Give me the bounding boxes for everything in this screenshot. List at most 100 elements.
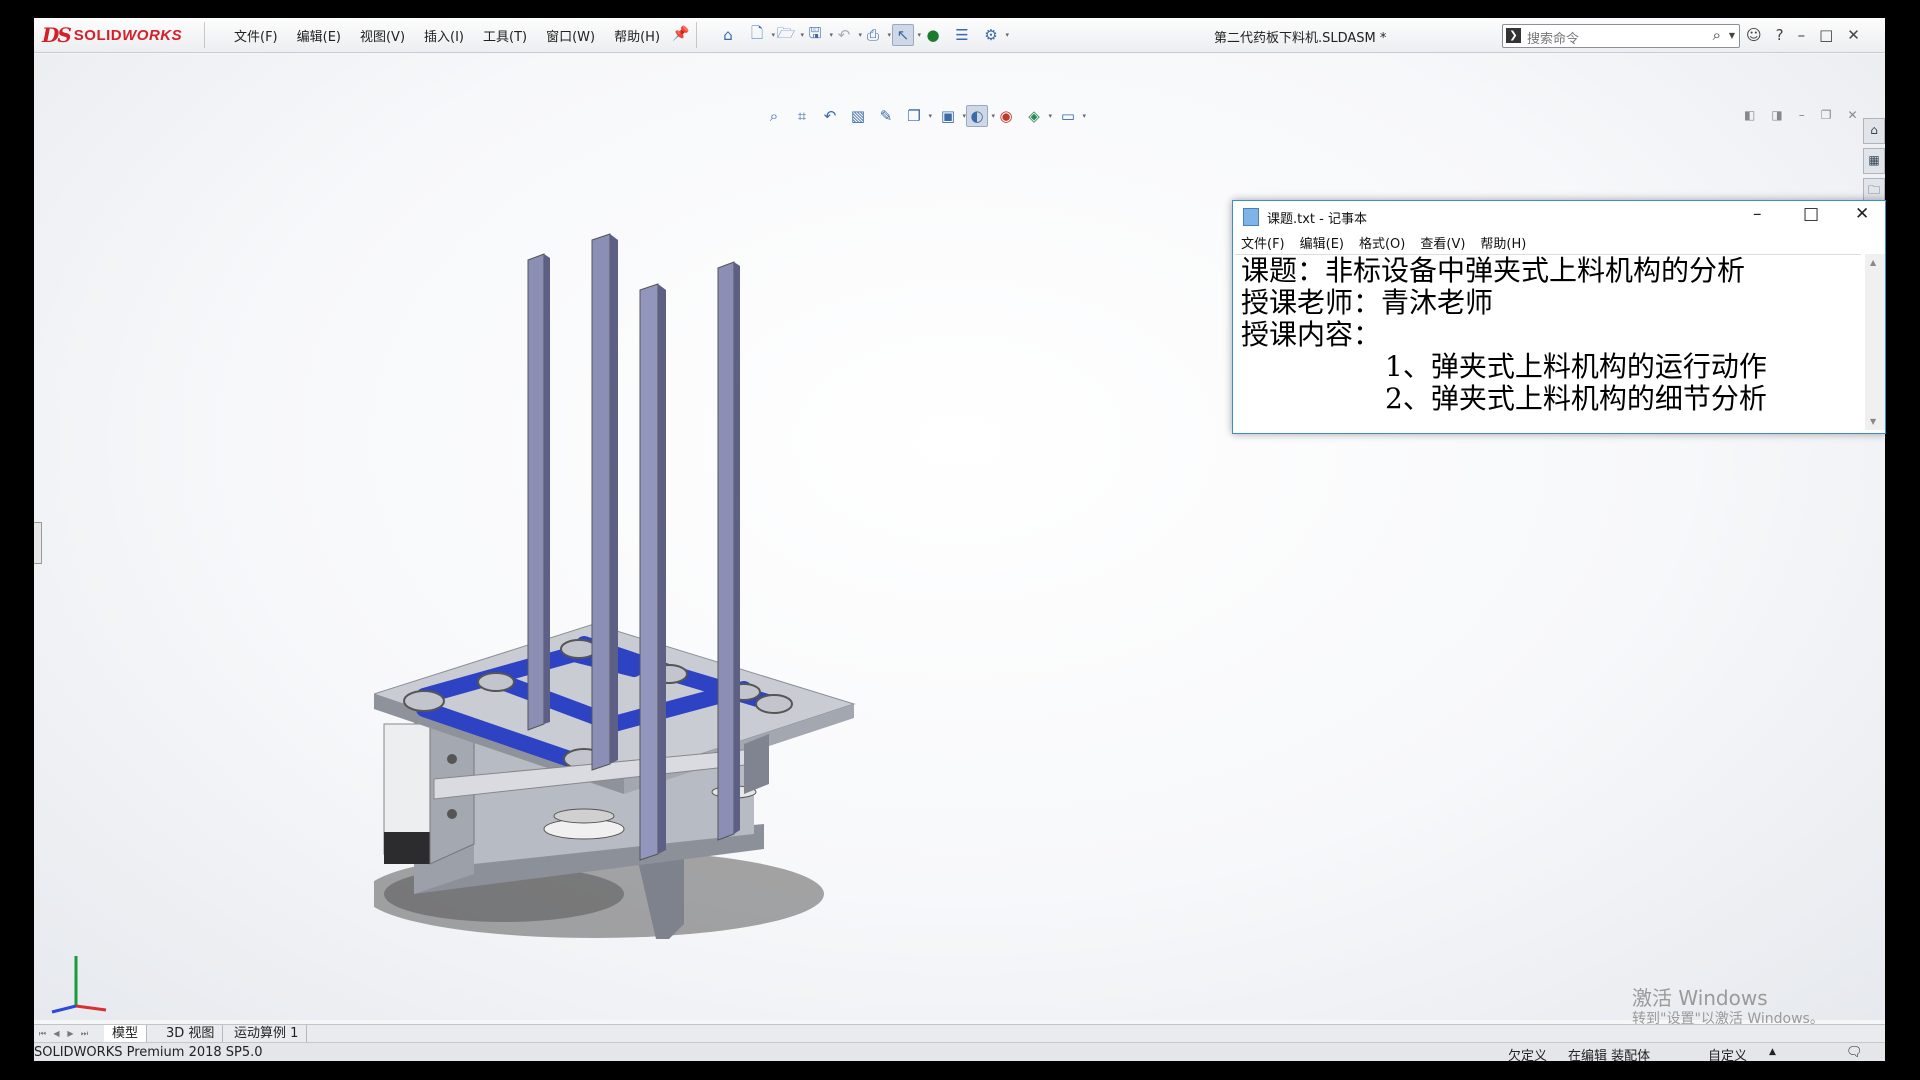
chevron-down-icon[interactable]: ▾ [887,31,891,39]
doc-minimize-icon[interactable]: – [1799,108,1805,122]
tab-motion-study[interactable]: 运动算例 1 [226,1025,308,1042]
menu-insert[interactable]: 插入(I) [424,26,464,45]
menu-file[interactable]: 文件(F) [234,26,278,45]
open-icon[interactable]: 🗁 ▾ [776,24,804,45]
side-plate[interactable] [744,734,769,794]
zoom-area-icon[interactable]: ⌗ [792,106,812,126]
doc-restore-icon[interactable]: ❐ [1821,108,1832,122]
chevron-down-icon[interactable]: ▾ [829,31,833,39]
tile-left-icon[interactable]: ◧ [1744,108,1755,122]
zoom-to-fit-icon[interactable]: ⌕ [764,106,784,126]
chevron-down-icon[interactable]: ▾ [800,31,804,39]
notepad-menu-file[interactable]: 文件(F) [1241,233,1285,252]
magazine-column[interactable] [527,253,545,731]
menu-help[interactable]: 帮助(H) [614,26,660,45]
chevron-down-icon[interactable]: ▾ [1048,112,1052,120]
magazine-column-face[interactable] [734,262,740,834]
notepad-menu-help[interactable]: 帮助(H) [1480,233,1526,252]
save-icon[interactable]: 🖫 ▾ [805,24,833,45]
magazine-column[interactable] [591,233,611,771]
assembly-model[interactable] [374,204,934,984]
chevron-down-icon[interactable]: ▾ [771,31,775,39]
gear-icon[interactable]: ⚙ ▾ [981,25,1009,45]
dynamic-annotation-icon[interactable]: ✎ [876,106,896,126]
last-tab-icon[interactable]: ⏭ [78,1027,91,1040]
scroll-up-icon[interactable]: ▲ [1870,258,1876,267]
chevron-down-icon[interactable]: ▾ [991,112,995,120]
design-library-icon[interactable]: ▦ [1863,148,1885,174]
select-icon[interactable]: ↖ ▾ [892,24,921,46]
notepad-menu-format[interactable]: 格式(O) [1359,233,1405,252]
close-icon[interactable]: ✕ [1855,204,1869,224]
undo-icon[interactable]: ↶ ▾ [834,25,862,45]
activation-watermark-title: 激活 Windows [1632,986,1768,1010]
new-icon[interactable]: 🗋 ▾ [747,24,775,45]
menu-edit[interactable]: 编辑(E) [297,26,341,45]
chevron-down-icon[interactable]: ▾ [917,31,921,39]
notepad-menu-edit[interactable]: 编辑(E) [1300,233,1344,252]
close-icon[interactable]: ✕ [1847,26,1860,44]
graphics-area[interactable]: ⌕ ⌗ ↶ ▧ ✎ ❐ ▾ ▣ ▾ ◐ ▾ ◉ ◈ ▾ ▭ ▾ ◧ ◨ – ❐ ✕ [34,54,1885,1027]
chevron-down-icon[interactable]: ▼ [1729,31,1735,40]
view-orientation-icon[interactable]: ❐ ▾ [904,106,932,126]
motor-end-cap[interactable] [384,832,430,864]
chevron-down-icon[interactable]: ▾ [1005,31,1009,39]
hide-show-icon[interactable]: ◐ ▾ [966,105,995,127]
menu-tools[interactable]: 工具(T) [483,26,527,45]
tab-model[interactable]: 模型 [104,1025,148,1042]
notepad-window[interactable]: 课题.txt - 记事本 – □ ✕ 文件(F) 编辑(E) 格式(O) 查看(… [1232,200,1886,434]
notepad-menu-view[interactable]: 查看(V) [1420,233,1465,252]
home-icon[interactable]: ⌂ [718,25,738,45]
maximize-icon[interactable]: □ [1819,26,1833,44]
search-box[interactable]: ❯ 搜索命令 ⌕ ▼ [1502,24,1740,48]
units-status[interactable]: 自定义 [1708,1045,1747,1061]
magazine-column-face[interactable] [544,254,550,724]
tile-right-icon[interactable]: ◨ [1771,108,1782,122]
next-tab-icon[interactable]: ▶ [64,1027,77,1040]
traffic-light-icon[interactable]: ● [923,25,943,45]
tab-3d-view[interactable]: 3D 视图 [158,1025,224,1042]
help-icon[interactable]: ? [1776,26,1784,44]
pulley[interactable] [755,694,793,714]
magazine-column[interactable] [639,283,659,861]
chevron-down-icon[interactable]: ▾ [1082,112,1086,120]
magazine-column[interactable] [717,261,735,841]
ds-logo-mark: DS [42,23,72,47]
solidworks-resources-icon[interactable]: ⌂ [1863,118,1885,144]
notepad-title-bar[interactable]: 课题.txt - 记事本 – □ ✕ [1233,201,1885,231]
pulley[interactable] [477,672,515,692]
feature-manager-flyout-handle[interactable] [34,522,42,564]
doc-close-icon[interactable]: ✕ [1847,108,1857,122]
edit-appearance-icon[interactable]: ◉ [996,106,1016,126]
scroll-down-icon[interactable]: ▼ [1870,417,1876,426]
previous-view-icon[interactable]: ↶ [820,106,840,126]
notepad-scrollbar[interactable]: ▲ ▼ [1865,254,1885,430]
chevron-down-icon[interactable]: ▾ [858,31,862,39]
minimize-icon[interactable]: – [1753,204,1762,224]
pin-icon[interactable]: 📌 [672,26,689,42]
magazine-column-face[interactable] [610,234,618,764]
section-view-icon[interactable]: ▧ [848,106,868,126]
prev-tab-icon[interactable]: ◀ [50,1027,63,1040]
view-settings-icon[interactable]: ▭ ▾ [1058,106,1086,126]
display-style-icon[interactable]: ▣ ▾ [938,106,966,126]
message-icon[interactable]: 🗨 [1846,1045,1863,1060]
minimize-icon[interactable]: – [1798,26,1806,44]
chevron-up-icon[interactable]: ▲ [1769,1047,1776,1057]
print-icon[interactable]: ⎙ ▾ [863,25,891,45]
apply-scene-icon[interactable]: ◈ ▾ [1024,106,1052,126]
search-icon[interactable]: ⌕ [1713,26,1721,44]
maximize-icon[interactable]: □ [1803,204,1819,224]
user-icon[interactable]: ☺ [1746,26,1762,44]
options-list-icon[interactable]: ☰ [952,25,972,45]
solidworks-logo[interactable]: DS SOLIDWORKS [42,21,182,49]
first-tab-icon[interactable]: ⏮ [36,1027,49,1040]
pulley[interactable] [403,690,445,712]
notepad-text-area[interactable]: 课题：非标设备中弹夹式上料机构的分析 授课老师：青沐老师 授课内容： 1、弹夹式… [1235,254,1861,431]
search-input[interactable]: 搜索命令 [1527,28,1579,47]
menu-window[interactable]: 窗口(W) [546,26,595,45]
magazine-column-face[interactable] [658,284,666,854]
menu-view[interactable]: 视图(V) [360,26,405,45]
chevron-down-icon[interactable]: ▾ [928,112,932,120]
cam-disc[interactable] [553,808,615,824]
